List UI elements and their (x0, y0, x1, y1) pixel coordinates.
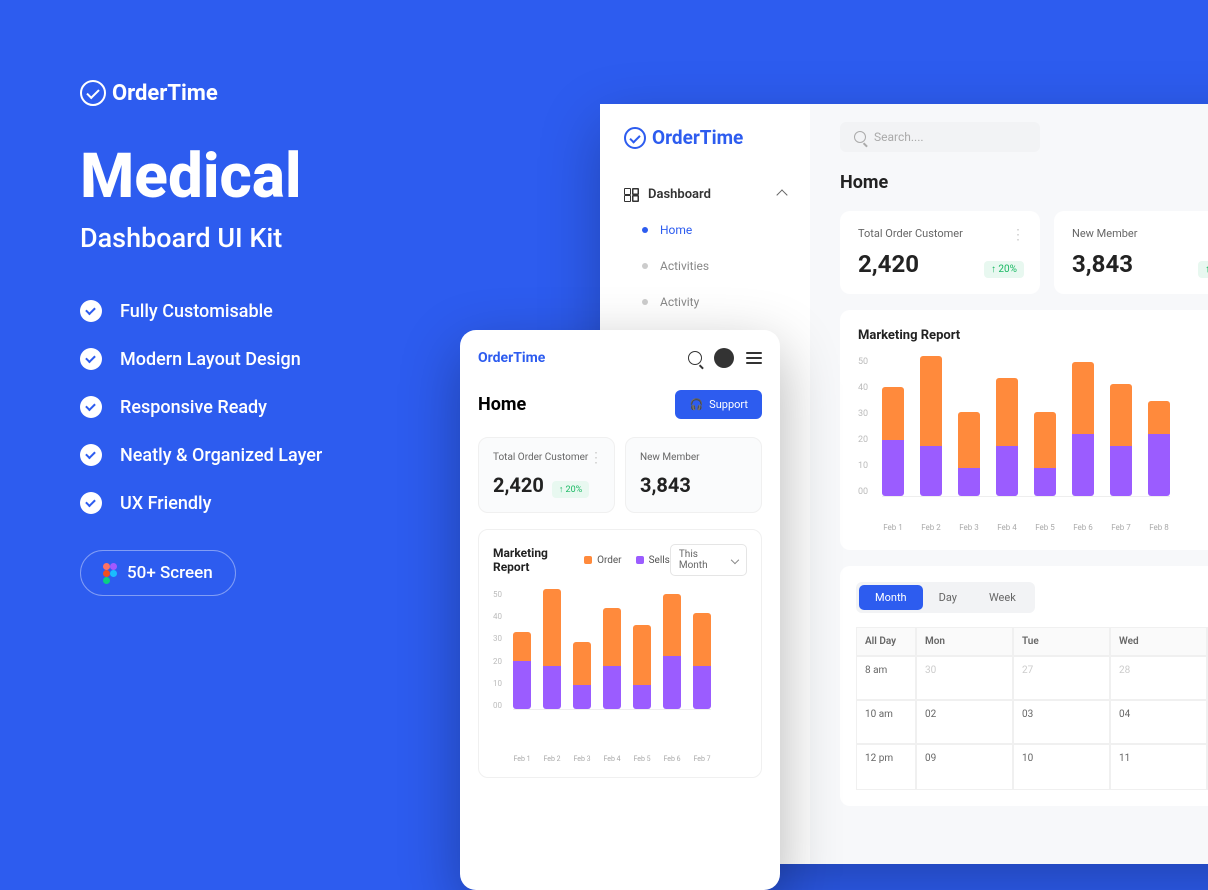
chart-bar (603, 608, 621, 709)
chart-bar (1148, 401, 1170, 496)
chart-bar (513, 632, 531, 709)
dot-icon (642, 227, 648, 233)
feature-item: Modern Layout Design (80, 348, 440, 370)
marketing-chart: 504030201000 (858, 357, 1208, 517)
more-icon[interactable]: ⋮ (589, 450, 602, 466)
change-badge: ↑ 20% (984, 261, 1024, 278)
main-content: Home ⋮ Total Order Customer 2,420 ↑ 20% … (810, 104, 1208, 806)
chart-bar (573, 642, 591, 709)
stat-card-orders[interactable]: ⋮ Total Order Customer 2,420 ↑ 20% (840, 211, 1040, 294)
search-icon[interactable] (688, 351, 702, 365)
calendar-cell[interactable]: 30 (916, 656, 1013, 700)
dot-icon (642, 299, 648, 305)
change-badge: ↑ 25% (1198, 261, 1208, 278)
feature-list: Fully Customisable Modern Layout Design … (80, 300, 440, 514)
calendar-cell[interactable]: 27 (1013, 656, 1110, 700)
sidebar-item-activities[interactable]: Activities (600, 248, 810, 284)
check-icon (80, 396, 102, 418)
brand-logo: OrderTime (80, 80, 440, 106)
calendar-grid: All Day Mon Tue Wed T 8 am 30 27 28 29 1… (856, 627, 1208, 790)
stat-cards: ⋮ Total Order Customer 2,420↑ 20% New Me… (478, 437, 762, 513)
headset-icon: 🎧 (689, 398, 703, 411)
more-icon[interactable]: ⋮ (1011, 227, 1024, 243)
marketing-chart: 504030201000 (493, 590, 747, 750)
page-title: Home (478, 394, 526, 415)
brand-name: OrderTime (112, 81, 218, 106)
brand-logo[interactable]: OrderTime (478, 350, 545, 366)
calendar-cell[interactable]: 28 (1110, 656, 1207, 700)
figma-icon (103, 563, 117, 583)
calendar-cell[interactable]: 03 (1013, 700, 1110, 744)
calendar-cell[interactable]: 10 (1013, 744, 1110, 790)
chart-bar (633, 625, 651, 709)
change-badge: ↑ 20% (552, 481, 589, 498)
chart-bar (543, 589, 561, 709)
chart-bar (958, 412, 980, 496)
menu-icon[interactable] (746, 352, 762, 364)
marketing-report-panel: Marketing Report Order Sells 50403020100… (840, 310, 1208, 550)
feature-item: Neatly & Organized Layer (80, 444, 440, 466)
tab-day[interactable]: Day (923, 585, 973, 610)
x-axis: Feb 1Feb 2Feb 3Feb 4Feb 5Feb 6Feb 7Feb 8 (858, 523, 1208, 532)
stat-card-members[interactable]: ⋮ New Member 3,843 ↑ 25% (1054, 211, 1208, 294)
page-title: Home (840, 172, 1208, 193)
feature-item: Fully Customisable (80, 300, 440, 322)
chart-bar (1034, 412, 1056, 496)
y-axis: 504030201000 (493, 590, 502, 710)
chart-bar (1110, 384, 1132, 496)
calendar-cell[interactable]: 04 (1110, 700, 1207, 744)
stat-card-members[interactable]: New Member 3,843 (625, 437, 762, 513)
calendar-view-tabs: Month Day Week (856, 582, 1035, 613)
hero-title: Medical (80, 146, 440, 208)
chart-bar (882, 387, 904, 496)
marketing-panel: OrderTime Medical Dashboard UI Kit Fully… (80, 80, 440, 596)
tab-month[interactable]: Month (859, 585, 923, 610)
mobile-header: OrderTime (478, 348, 762, 368)
panel-title: Marketing Report (493, 546, 584, 574)
y-axis: 504030201000 (858, 357, 868, 497)
chart-bar (920, 356, 942, 496)
check-circle-icon (80, 80, 106, 106)
legend-swatch-order (584, 556, 592, 564)
calendar-panel: Month Day Week August 2023 All Day Mon T… (840, 566, 1208, 806)
check-circle-icon (624, 127, 646, 149)
marketing-report-panel: Marketing Report Order Sells This Month … (478, 529, 762, 778)
chart-bar (663, 594, 681, 709)
avatar[interactable] (714, 348, 734, 368)
legend-swatch-sells (636, 556, 644, 564)
brand-logo[interactable]: OrderTime (600, 126, 810, 149)
sidebar-item-home[interactable]: Home (600, 212, 810, 248)
period-dropdown[interactable]: This Month (670, 544, 747, 576)
panel-title: Marketing Report (858, 328, 960, 343)
calendar-cell[interactable]: 11 (1110, 744, 1207, 790)
tab-week[interactable]: Week (973, 585, 1032, 610)
chevron-down-icon (731, 556, 739, 564)
nav-section-header[interactable]: Dashboard (600, 177, 810, 212)
feature-item: UX Friendly (80, 492, 440, 514)
check-icon (80, 444, 102, 466)
hero-subtitle: Dashboard UI Kit (80, 222, 440, 254)
calendar-cell[interactable]: 09 (916, 744, 1013, 790)
chart-bar (1072, 362, 1094, 496)
chart-legend: Order Sells (584, 555, 670, 566)
stat-card-orders[interactable]: ⋮ Total Order Customer 2,420↑ 20% (478, 437, 615, 513)
check-icon (80, 300, 102, 322)
calendar-cell[interactable]: 02 (916, 700, 1013, 744)
mobile-preview: OrderTime Home 🎧 Support ⋮ Total Order C… (460, 330, 780, 890)
check-icon (80, 348, 102, 370)
chevron-up-icon (776, 189, 787, 200)
check-icon (80, 492, 102, 514)
chart-bar (693, 613, 711, 709)
stat-cards: ⋮ Total Order Customer 2,420 ↑ 20% ⋮ New… (840, 211, 1208, 294)
support-button[interactable]: 🎧 Support (675, 390, 762, 419)
chart-bar (996, 378, 1018, 496)
sidebar-item-activity[interactable]: Activity (600, 284, 810, 320)
feature-item: Responsive Ready (80, 396, 440, 418)
x-axis: Feb 1Feb 2Feb 3Feb 4Feb 5Feb 6Feb 7 (493, 755, 747, 763)
dot-icon (642, 263, 648, 269)
screen-count-badge: 50+ Screen (80, 550, 236, 596)
dashboard-icon (624, 188, 638, 202)
